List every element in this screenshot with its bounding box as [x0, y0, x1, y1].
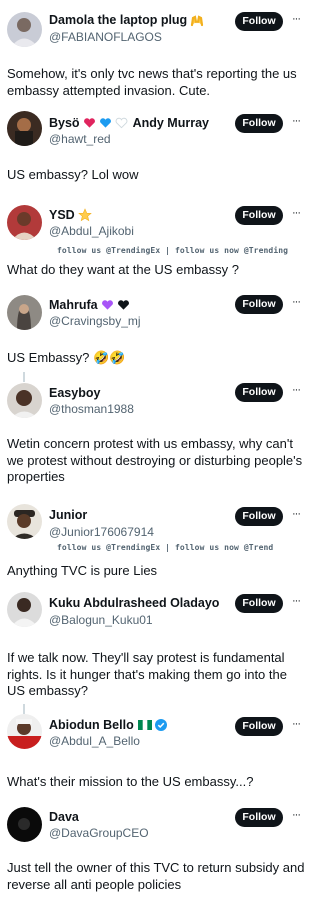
more-options-icon[interactable]: ···	[289, 114, 303, 133]
user-handle[interactable]: @hawt_red	[49, 132, 111, 146]
user-handle[interactable]: @Balogun_Kuku01	[49, 613, 153, 627]
display-name-suffix[interactable]: Andy Murray	[133, 116, 209, 130]
user-handle[interactable]: @Cravingsby_mj	[49, 314, 141, 328]
user-handle[interactable]: @Junior176067914	[49, 525, 154, 539]
more-options-icon[interactable]: ···	[289, 295, 303, 314]
black-heart-icon	[117, 299, 130, 311]
more-options-icon[interactable]: ···	[289, 717, 303, 736]
avatar[interactable]	[7, 111, 42, 146]
more-options-icon[interactable]: ···	[289, 12, 303, 31]
follow-button[interactable]: Follow	[235, 383, 283, 402]
display-name-prefix[interactable]: Bysö	[49, 116, 80, 130]
watermark-text: follow us @TrendingEx | follow us now @T…	[57, 543, 274, 552]
avatar[interactable]	[7, 295, 42, 330]
purple-heart-icon	[101, 299, 114, 311]
display-name[interactable]: Easyboy	[49, 386, 100, 400]
display-name[interactable]: Abiodun Bello	[49, 718, 134, 732]
verified-badge-icon	[154, 719, 167, 731]
follow-button[interactable]: Follow	[235, 12, 283, 31]
follow-button[interactable]: Follow	[235, 206, 283, 225]
user-handle[interactable]: @Abdul_A_Bello	[49, 734, 140, 748]
post-text: US Embassy? 🤣🤣	[7, 350, 126, 365]
more-options-icon[interactable]: ···	[289, 206, 303, 225]
more-options-icon[interactable]: ···	[289, 808, 303, 827]
display-name[interactable]: Dava	[49, 810, 79, 824]
post-text: If we talk now. They'll say protest is f…	[7, 650, 287, 698]
more-options-icon[interactable]: ···	[289, 594, 303, 613]
follow-button[interactable]: Follow	[235, 295, 283, 314]
follow-button[interactable]: Follow	[235, 717, 283, 736]
avatar[interactable]	[7, 714, 42, 749]
thread-line	[23, 704, 25, 714]
follow-button[interactable]: Follow	[235, 114, 283, 133]
avatar[interactable]	[7, 504, 42, 539]
blue-heart-icon	[99, 117, 112, 129]
post-text: US embassy? Lol wow	[7, 167, 139, 182]
display-name[interactable]: YSD	[49, 208, 75, 222]
user-handle[interactable]: @thosman1988	[49, 402, 134, 416]
red-heart-icon	[83, 117, 96, 129]
display-name[interactable]: Damola the laptop plug	[49, 13, 187, 27]
avatar[interactable]	[7, 592, 42, 627]
post-text: What's their mission to the US embassy..…	[7, 774, 254, 789]
more-options-icon[interactable]: ···	[289, 507, 303, 526]
more-options-icon[interactable]: ···	[289, 383, 303, 402]
raising-hands-emoji-icon	[190, 13, 204, 27]
avatar[interactable]	[7, 205, 42, 240]
watermark-text: follow us @TrendingEx | follow us now @T…	[57, 246, 289, 255]
star-icon	[77, 208, 92, 222]
nigeria-flag-icon	[137, 719, 152, 731]
display-name[interactable]: Kuku Abdulrasheed Oladayo	[49, 596, 219, 610]
follow-button[interactable]: Follow	[235, 594, 283, 613]
post-text: Just tell the owner of this TVC to retur…	[7, 860, 305, 892]
avatar[interactable]	[7, 383, 42, 418]
avatar[interactable]	[7, 12, 42, 47]
user-handle[interactable]: @FABIANOFLAGOS	[49, 30, 162, 44]
white-heart-icon	[115, 117, 128, 129]
user-handle[interactable]: @Abdul_Ajikobi	[49, 224, 134, 238]
display-name[interactable]: Junior	[49, 508, 87, 522]
post-text: What do they want at the US embassy ?	[7, 262, 239, 277]
post-text: Wetin concern protest with us embassy, w…	[7, 436, 303, 484]
post-text: Anything TVC is pure Lies	[7, 563, 158, 578]
thread-line	[23, 372, 25, 382]
display-name[interactable]: Mahrufa	[49, 298, 98, 312]
avatar[interactable]	[7, 807, 42, 842]
follow-button[interactable]: Follow	[235, 507, 283, 526]
post-text: Somehow, it's only tvc news that's repor…	[7, 66, 297, 98]
follow-button[interactable]: Follow	[235, 808, 283, 827]
user-handle[interactable]: @DavaGroupCEO	[49, 826, 149, 840]
